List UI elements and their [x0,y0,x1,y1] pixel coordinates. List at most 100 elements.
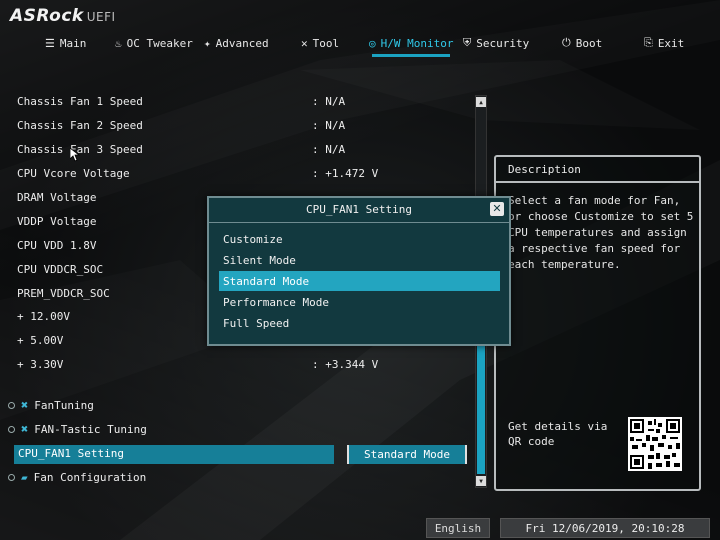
option-label: Silent Mode [223,253,296,267]
tab-security-label: Security [476,36,530,50]
reading-row[interactable]: CPU VDD 1.8V [17,239,96,255]
tab-hw-monitor[interactable]: ◎ H/W Monitor [369,34,453,52]
star-icon: ✦ [204,36,211,50]
cpu-fan1-value: Standard Mode [363,448,451,461]
top-bar: ASRock UEFI ☰ Main ♨ OC Tweaker ✦ Advance… [0,0,720,62]
option-label: Standard Mode [223,274,310,288]
reading-row[interactable]: + 5.00V [17,334,63,350]
reading-label: VDDP Voltage [17,215,97,228]
shield-icon: ⛨ [463,36,472,49]
tab-main-label: Main [59,36,87,50]
menu-item-fan-configuration[interactable]: ▰ Fan Configuration [8,468,146,486]
exit-icon: ⎘ [644,36,653,49]
reading-label: DRAM Voltage [17,191,97,204]
dialog-title: CPU_FAN1 Setting [306,203,412,216]
wrench-icon: ✕ [301,36,308,50]
brand-logo: ASRock UEFI [10,6,116,26]
reading-label: Chassis Fan 1 Speed [17,95,143,108]
option-performance-mode[interactable]: Performance Mode [219,292,500,312]
reading-row[interactable]: CPU Vcore Voltage : +1.472 V [17,167,378,183]
language-button[interactable]: English [426,518,490,538]
tab-main[interactable]: ☰ Main [45,34,86,52]
bullet-icon [8,473,15,481]
reading-label: CPU VDD 1.8V [17,239,97,252]
reading-row[interactable]: PREM_VDDCR_SOC [17,287,110,303]
cpu-fan1-setting-dialog: CPU_FAN1 Setting ✕ Customize Silent Mode… [207,196,511,346]
brand-suffix: UEFI [86,10,116,24]
qr-label: Get details via QR code [508,420,608,448]
menu-item-label: Fan Configuration [33,470,147,484]
wrench-icon: ✖ [21,422,29,436]
power-icon: ⏻ [562,36,571,49]
close-icon[interactable]: ✕ [490,202,504,216]
option-customize[interactable]: Customize [219,229,500,249]
description-panel: Description Select a fan mode for Fan, o… [494,155,701,491]
reading-value: : +1.472 V [312,167,379,180]
reading-value: : +3.344 V [312,358,379,371]
tab-exit[interactable]: ⎘ Exit [644,34,684,52]
scroll-up-icon[interactable]: ▲ [476,97,486,107]
tab-advanced-label: Advanced [215,36,269,50]
reading-label: CPU Vcore Voltage [17,167,130,180]
monitor-icon: ◎ [369,36,376,50]
folder-icon: ▰ [21,470,28,484]
brand-name: ASRock [10,6,84,26]
option-standard-mode[interactable]: Standard Mode [219,271,500,291]
menu-item-fantuning[interactable]: ✖ FanTuning [8,396,94,414]
bullet-icon [8,401,15,409]
tab-hw-monitor-label: H/W Monitor [380,36,454,50]
list-icon: ☰ [45,36,55,50]
flame-icon: ♨ [115,36,122,50]
option-label: Performance Mode [223,295,329,309]
reading-label: + 3.30V [17,358,64,371]
tab-oc-tweaker[interactable]: ♨ OC Tweaker [115,34,193,52]
option-silent-mode[interactable]: Silent Mode [219,250,500,270]
dialog-divider [209,222,509,223]
reading-value: : N/A [312,95,346,108]
reading-label: CPU VDDCR_SOC [17,263,104,276]
qr-code-icon [628,417,682,471]
reading-row[interactable]: + 3.30V : +3.344 V [17,358,378,374]
tab-tool-label: Tool [312,36,340,50]
cpu-fan1-setting-label[interactable]: CPU_FAN1 Setting [18,447,124,460]
menu-item-label: FanTuning [34,398,94,412]
language-label: English [434,521,482,535]
menu-item-label: FAN-Tastic Tuning [34,422,147,436]
scroll-thumb[interactable] [477,328,485,474]
reading-row[interactable]: + 12.00V [17,310,70,326]
option-full-speed[interactable]: Full Speed [219,313,500,333]
tab-advanced[interactable]: ✦ Advanced [204,34,269,52]
menu-item-fan-tastic-tuning[interactable]: ✖ FAN-Tastic Tuning [8,420,147,438]
main-nav: ☰ Main ♨ OC Tweaker ✦ Advanced ✕ Tool ◎ … [0,34,720,54]
reading-label: Chassis Fan 2 Speed [17,119,143,132]
description-title: Description [496,157,699,183]
scroll-down-icon[interactable]: ▼ [476,476,486,486]
status-bar: English Fri 12/06/2019, 20:10:28 [0,514,720,540]
reading-label: + 5.00V [17,334,64,347]
datetime-label: Fri 12/06/2019, 20:10:28 [525,521,685,535]
tab-boot-label: Boot [575,36,603,50]
reading-row[interactable]: DRAM Voltage [17,191,96,207]
mouse-cursor-icon [70,148,80,162]
tab-oc-tweaker-label: OC Tweaker [126,36,193,50]
reading-value: : N/A [312,143,346,156]
reading-row[interactable]: Chassis Fan 2 Speed : N/A [17,119,345,135]
cpu-fan1-value-button[interactable]: Standard Mode [347,445,467,464]
option-label: Customize [223,232,283,246]
tab-security[interactable]: ⛨ Security [463,34,529,52]
reading-value: : N/A [312,119,346,132]
tab-exit-label: Exit [657,36,685,50]
reading-label: + 12.00V [17,310,70,323]
bullet-icon [8,425,15,433]
datetime-display: Fri 12/06/2019, 20:10:28 [500,518,710,538]
option-label: Full Speed [223,316,290,330]
description-text: Select a fan mode for Fan, or choose Cus… [508,194,694,271]
reading-row[interactable]: Chassis Fan 1 Speed : N/A [17,95,345,111]
reading-row[interactable]: CPU VDDCR_SOC [17,263,103,279]
tab-boot[interactable]: ⏻ Boot [562,34,602,52]
reading-row[interactable]: VDDP Voltage [17,215,96,231]
reading-label: PREM_VDDCR_SOC [17,287,110,300]
active-tab-indicator [372,54,450,57]
tab-tool[interactable]: ✕ Tool [301,34,339,52]
wrench-icon: ✖ [21,398,29,412]
